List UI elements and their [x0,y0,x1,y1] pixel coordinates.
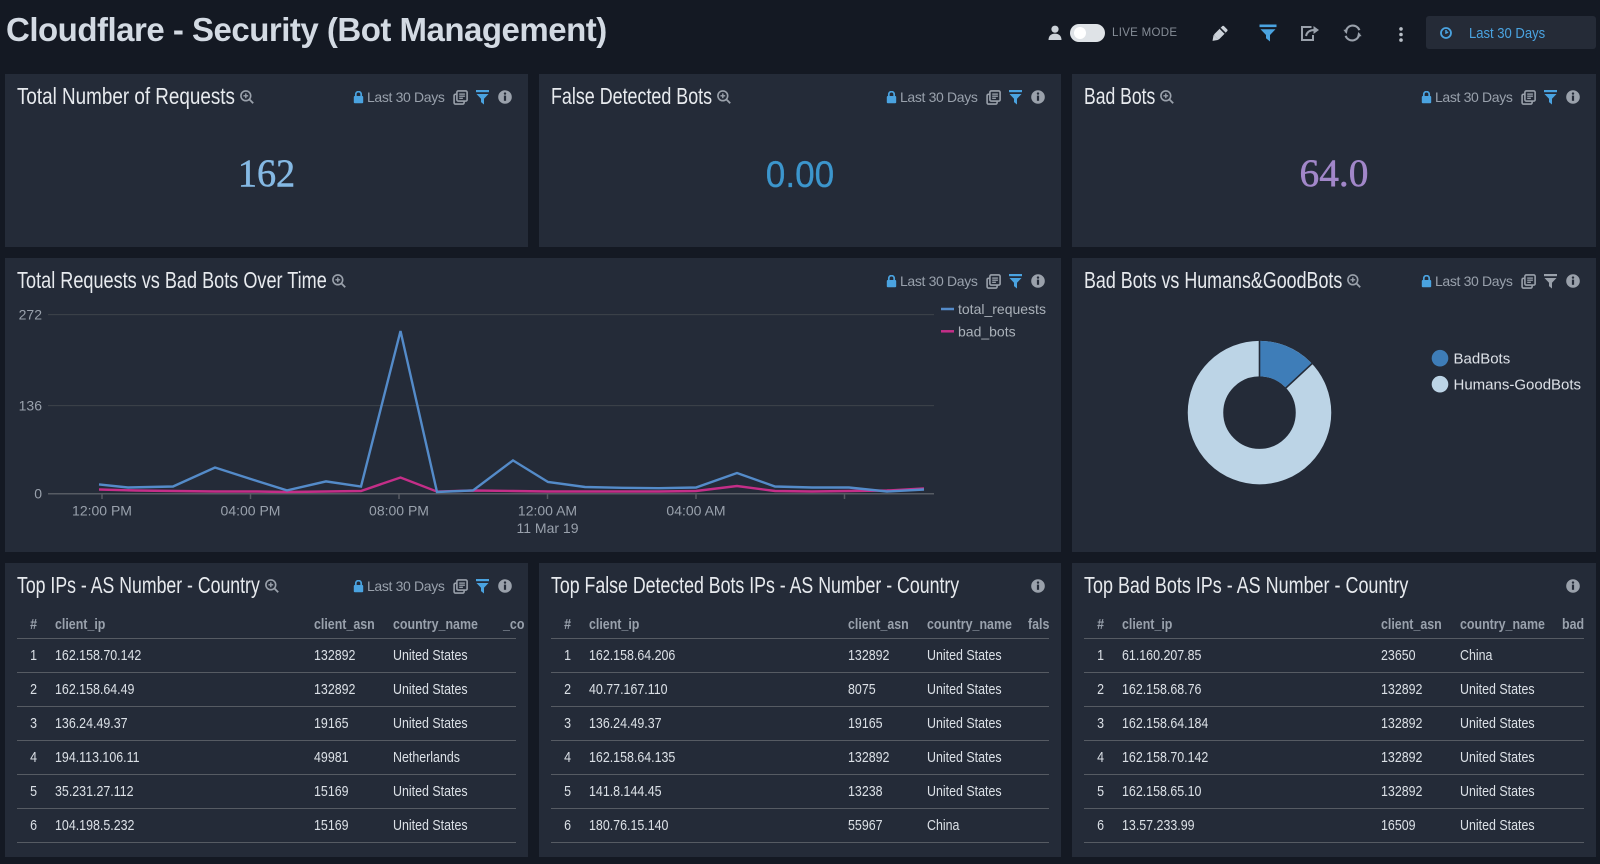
svg-text:08:00 PM: 08:00 PM [369,503,429,519]
svg-text:bad_bots: bad_bots [958,323,1016,339]
svg-text:11 Mar 19: 11 Mar 19 [517,520,579,536]
svg-text:total_requests: total_requests [958,301,1046,317]
svg-text:04:00 PM: 04:00 PM [221,503,281,519]
svg-text:04:00 AM: 04:00 AM [666,503,725,519]
svg-text:272: 272 [19,307,43,323]
svg-text:0: 0 [34,486,42,502]
svg-text:12:00 AM: 12:00 AM [518,503,577,519]
svg-text:136: 136 [19,398,43,414]
svg-text:12:00 PM: 12:00 PM [72,503,132,519]
svg-text:Humans-GoodBots: Humans-GoodBots [1454,377,1582,394]
svg-text:BadBots: BadBots [1454,351,1511,368]
